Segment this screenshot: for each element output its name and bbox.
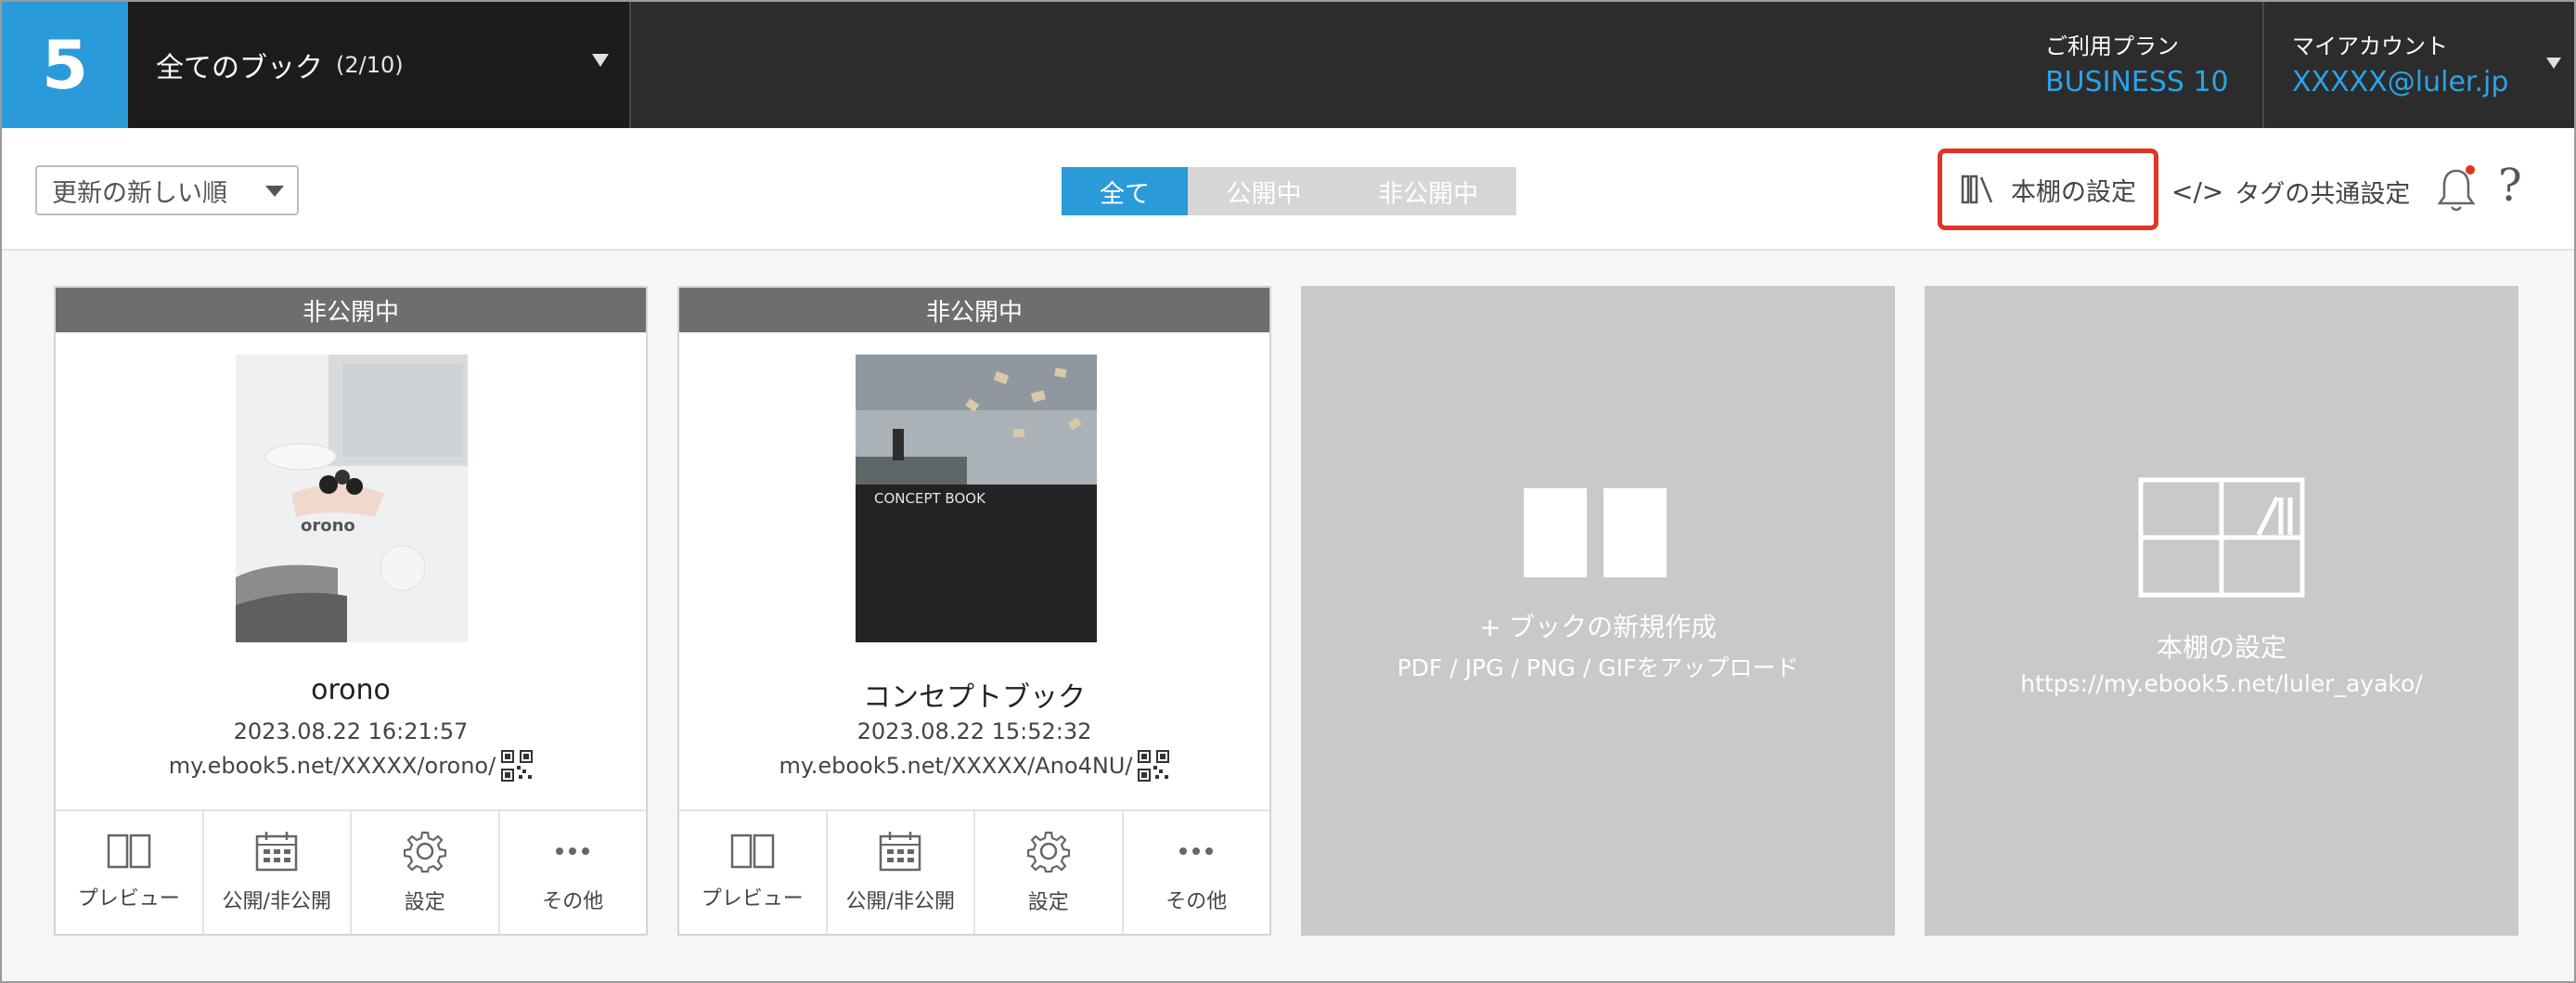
tab-all[interactable]: 全て <box>1062 167 1188 215</box>
book-open-icon <box>107 834 150 869</box>
preview-label: プレビュー <box>701 887 804 911</box>
book-count: (2/10) <box>336 52 404 78</box>
preview-button[interactable]: プレビュー <box>56 811 204 934</box>
settings-button[interactable]: 設定 <box>975 811 1124 934</box>
account-label: マイアカウント <box>2292 33 2448 59</box>
cover-title: CONCEPT BOOK <box>874 490 986 507</box>
tag-settings-label: タグの共通設定 <box>2235 179 2411 209</box>
calendar-icon <box>256 832 298 872</box>
book-url-row: my.ebook5.net/XXXXX/orono/ <box>56 750 646 782</box>
settings-button[interactable]: 設定 <box>352 811 500 934</box>
shelf-panel-title: 本棚の設定 <box>2156 632 2286 663</box>
more-label: その他 <box>542 890 604 913</box>
book-date: 2023.08.22 15:52:32 <box>857 718 1092 744</box>
publish-toggle-button[interactable]: 公開/非公開 <box>828 811 975 934</box>
bookshelf-icon <box>2138 477 2305 598</box>
app-window: 5 全てのブック (2/10) ご利用プラン BUSINESS 10 マイアカウ… <box>0 0 2576 983</box>
book-open-icon <box>1524 488 1667 577</box>
publish-label: 公開/非公開 <box>845 890 955 913</box>
preview-button[interactable]: プレビュー <box>679 811 828 934</box>
shelf-settings-button[interactable]: 本棚の設定 <box>1938 149 2158 230</box>
account-email[interactable]: XXXXX@luler.jp <box>2292 66 2574 98</box>
preview-label: プレビュー <box>77 887 180 911</box>
more-dots-icon <box>556 847 590 855</box>
shelf-settings-panel[interactable]: 本棚の設定 https://my.ebook5.net/luler_ayako/ <box>1925 286 2518 936</box>
tab-private[interactable]: 非公開中 <box>1340 167 1516 215</box>
publish-toggle-button[interactable]: 公開/非公開 <box>204 811 352 934</box>
code-icon: </> <box>2171 175 2224 207</box>
shelf-settings-label: 本棚の設定 <box>2011 177 2136 207</box>
book-actions: プレビュー 公開/非公開 設定 その他 <box>56 809 646 934</box>
book-actions: プレビュー 公開/非公開 設定 その他 <box>679 809 1269 934</box>
sort-value: 更新の新しい順 <box>52 178 227 208</box>
book-title[interactable]: コンセプトブック <box>679 674 1269 715</box>
plan-value[interactable]: BUSINESS 10 <box>2045 66 2262 98</box>
account-menu[interactable]: マイアカウント XXXXX@luler.jp <box>2262 2 2574 128</box>
gear-icon <box>1026 831 1070 873</box>
book-filter-dropdown[interactable]: 全てのブック (2/10) <box>128 2 631 128</box>
bell-icon[interactable] <box>2433 163 2479 217</box>
toolbar: 更新の新しい順 全て 公開中 非公開中 本棚の設定 </> タグの共通設定 ? <box>2 128 2574 251</box>
book-url-row: my.ebook5.net/XXXXX/Ano4NU/ <box>679 750 1269 782</box>
book-title[interactable]: orono <box>56 674 646 706</box>
new-book-panel[interactable]: + ブックの新規作成 PDF / JPG / PNG / GIFをアップロード <box>1301 286 1895 936</box>
plan-info[interactable]: ご利用プラン BUSINESS 10 <box>2029 2 2262 128</box>
visibility-tabs: 全て 公開中 非公開中 <box>1062 167 1516 215</box>
publish-label: 公開/非公開 <box>222 890 331 913</box>
caret-down-icon <box>265 186 284 197</box>
gear-icon <box>403 831 446 873</box>
cover-title: orono <box>301 516 355 536</box>
book-cover-image[interactable]: CONCEPT BOOK <box>856 355 1097 642</box>
plan-label: ご利用プラン <box>2045 33 2179 59</box>
book-card[interactable]: 非公開中 orono orono 2023.08.22 16:21:57 my.… <box>54 286 648 936</box>
more-button[interactable]: その他 <box>500 811 647 934</box>
book-card[interactable]: 非公開中 CONCEPT BOOK コンセプトブック 2023.08.22 15… <box>677 286 1271 936</box>
book-filter-title: 全てのブック <box>156 52 323 84</box>
bookshelf-icon <box>1961 175 1993 204</box>
status-badge: 非公開中 <box>56 288 646 332</box>
status-badge: 非公開中 <box>679 288 1269 332</box>
shelf-panel-url[interactable]: https://my.ebook5.net/luler_ayako/ <box>1925 670 2518 697</box>
chevron-down-icon <box>592 54 609 67</box>
help-icon[interactable]: ? <box>2498 160 2522 212</box>
settings-label: 設定 <box>1027 891 1069 914</box>
new-book-subtitle: PDF / JPG / PNG / GIFをアップロード <box>1397 654 1799 681</box>
sort-select[interactable]: 更新の新しい順 <box>35 165 299 215</box>
notification-dot <box>2466 165 2475 175</box>
chevron-down-icon[interactable] <box>2546 58 2561 69</box>
more-button[interactable]: その他 <box>1124 811 1270 934</box>
settings-label: 設定 <box>404 891 445 914</box>
calendar-icon <box>880 832 921 872</box>
ebook5-logo[interactable]: 5 <box>2 2 128 128</box>
more-label: その他 <box>1166 890 1228 913</box>
book-cover-image[interactable]: orono <box>236 355 468 642</box>
top-bar: 5 全てのブック (2/10) ご利用プラン BUSINESS 10 マイアカウ… <box>2 2 2574 128</box>
more-dots-icon <box>1179 847 1214 855</box>
book-open-icon <box>730 834 774 869</box>
tab-public[interactable]: 公開中 <box>1188 167 1340 215</box>
tag-settings-button[interactable]: </> タグの共通設定 <box>2171 167 2410 215</box>
new-book-title: + ブックの新規作成 <box>1478 612 1718 642</box>
book-url[interactable]: my.ebook5.net/XXXXX/Ano4NU/ <box>779 753 1133 779</box>
qr-code-icon[interactable] <box>501 750 534 782</box>
book-url[interactable]: my.ebook5.net/XXXXX/orono/ <box>169 753 496 779</box>
qr-code-icon[interactable] <box>1138 750 1170 782</box>
book-date: 2023.08.22 16:21:57 <box>233 718 469 744</box>
